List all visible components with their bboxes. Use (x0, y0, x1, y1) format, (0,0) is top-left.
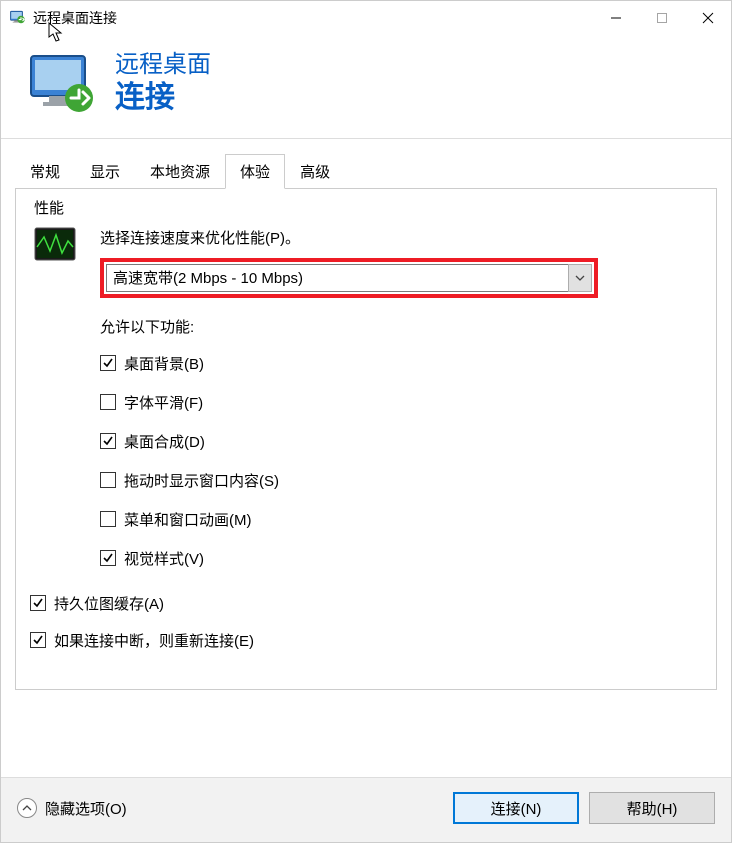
connection-speed-dropdown[interactable]: 高速宽带(2 Mbps - 10 Mbps) (106, 264, 568, 292)
hide-options-button[interactable]: 隐藏选项(O) (17, 798, 127, 819)
remote-desktop-icon (27, 52, 97, 114)
checkbox-desktop-background[interactable]: 桌面背景(B) (100, 353, 702, 374)
tab-strip: 常规 显示 本地资源 体验 高级 (15, 153, 717, 189)
checkbox-font-smoothing[interactable]: 字体平滑(F) (100, 392, 702, 413)
checkbox-box (30, 632, 46, 648)
checkbox-label: 视觉样式(V) (124, 548, 204, 569)
tab-area: 常规 显示 本地资源 体验 高级 性能 选择连接速 (1, 139, 731, 777)
window-title: 远程桌面连接 (33, 8, 593, 28)
checkbox-menu-animation[interactable]: 菜单和窗口动画(M) (100, 509, 702, 530)
close-button[interactable] (685, 1, 731, 35)
connect-button[interactable]: 连接(N) (453, 792, 579, 824)
checkbox-visual-styles[interactable]: 视觉样式(V) (100, 548, 702, 569)
feature-checkbox-list: 桌面背景(B) 字体平滑(F) 桌面合成(D) (100, 353, 702, 569)
app-icon (9, 9, 27, 27)
checkbox-label: 字体平滑(F) (124, 392, 203, 413)
group-title: 性能 (30, 197, 68, 218)
bottom-checkbox-group: 持久位图缓存(A) 如果连接中断，则重新连接(E) (30, 593, 702, 651)
connection-speed-highlight: 高速宽带(2 Mbps - 10 Mbps) (100, 258, 598, 298)
titlebar: 远程桌面连接 (1, 1, 731, 35)
dropdown-arrow-button[interactable] (568, 264, 592, 292)
header-line2: 连接 (115, 80, 211, 116)
checkbox-label: 桌面背景(B) (124, 353, 204, 374)
checkbox-show-window-contents[interactable]: 拖动时显示窗口内容(S) (100, 470, 702, 491)
checkbox-box (100, 355, 116, 371)
rdp-window: 远程桌面连接 (0, 0, 732, 843)
checkbox-bitmap-caching[interactable]: 持久位图缓存(A) (30, 593, 702, 614)
checkbox-box (100, 433, 116, 449)
performance-group: 性能 选择连接速度来优化性能(P)。 高速宽带(2 Mbps - 10 Mbps… (30, 203, 702, 569)
checkbox-box (100, 550, 116, 566)
performance-label: 选择连接速度来优化性能(P)。 (100, 227, 702, 248)
performance-icon (34, 227, 76, 261)
tab-display[interactable]: 显示 (75, 154, 135, 189)
help-button[interactable]: 帮助(H) (589, 792, 715, 824)
checkbox-box (30, 595, 46, 611)
tab-general[interactable]: 常规 (15, 154, 75, 189)
chevron-down-icon (575, 275, 585, 281)
tab-local-resources[interactable]: 本地资源 (135, 154, 225, 189)
checkbox-box (100, 511, 116, 527)
chevron-up-icon (17, 798, 37, 818)
window-controls (593, 1, 731, 35)
checkbox-box (100, 472, 116, 488)
tab-experience[interactable]: 体验 (225, 154, 285, 189)
checkbox-reconnect[interactable]: 如果连接中断，则重新连接(E) (30, 630, 702, 651)
hide-options-label: 隐藏选项(O) (45, 798, 127, 819)
checkbox-label: 如果连接中断，则重新连接(E) (54, 630, 254, 651)
checkbox-label: 持久位图缓存(A) (54, 593, 164, 614)
checkbox-label: 拖动时显示窗口内容(S) (124, 470, 279, 491)
tab-advanced[interactable]: 高级 (285, 154, 345, 189)
tab-content-experience: 性能 选择连接速度来优化性能(P)。 高速宽带(2 Mbps - 10 Mbps… (15, 189, 717, 690)
checkbox-box (100, 394, 116, 410)
checkbox-label: 桌面合成(D) (124, 431, 205, 452)
checkbox-label: 菜单和窗口动画(M) (124, 509, 252, 530)
maximize-button[interactable] (639, 1, 685, 35)
allow-features-label: 允许以下功能: (100, 316, 702, 337)
header-text: 远程桌面 连接 (115, 51, 211, 116)
header-line1: 远程桌面 (115, 51, 211, 80)
footer: 隐藏选项(O) 连接(N) 帮助(H) (1, 777, 731, 842)
minimize-button[interactable] (593, 1, 639, 35)
checkbox-desktop-composition[interactable]: 桌面合成(D) (100, 431, 702, 452)
header: 远程桌面 连接 (1, 35, 731, 139)
